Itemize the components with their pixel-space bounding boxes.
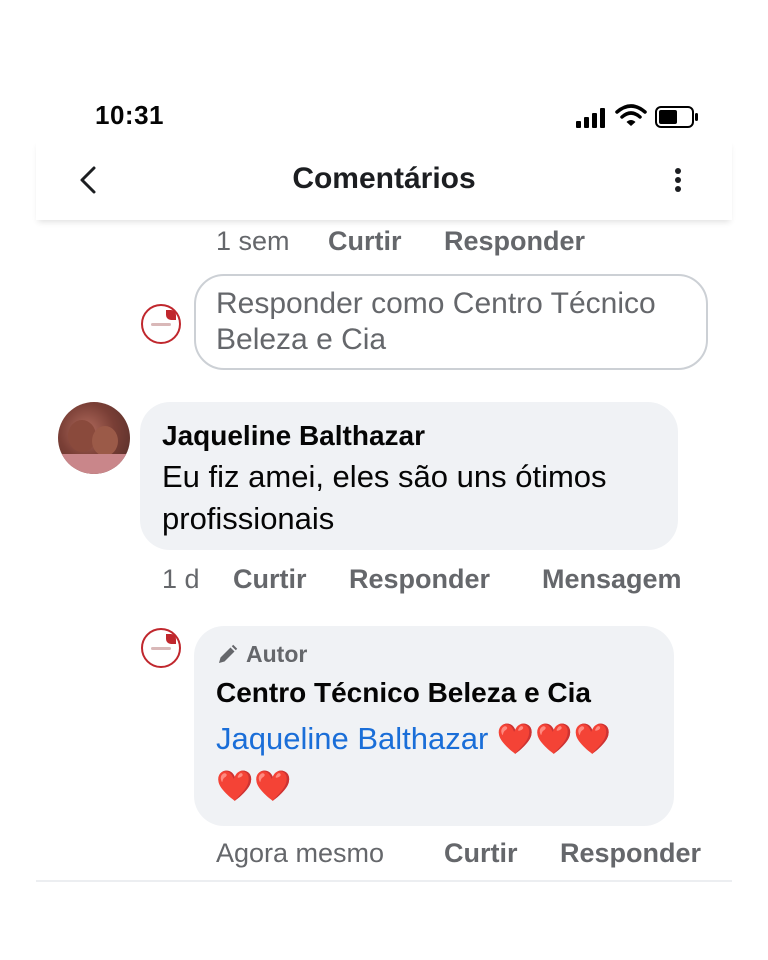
heart-emojis: ❤️❤️: [216, 770, 293, 803]
reply-button[interactable]: Responder: [560, 838, 701, 869]
mention-link[interactable]: Jaqueline Balthazar: [216, 721, 488, 756]
pencil-icon: [219, 644, 238, 663]
wifi-icon: [615, 104, 647, 126]
comment-text: Eu fiz amei, eles são uns ótimos profiss…: [162, 459, 607, 536]
reply-input-placeholder: Responder como Centro Técnico Beleza e C…: [216, 287, 656, 356]
comment-time: 1 sem: [216, 226, 290, 256]
page-avatar: [141, 304, 181, 344]
more-vertical-icon[interactable]: [668, 164, 688, 196]
comment-time: 1 d: [162, 564, 200, 594]
reply-button[interactable]: Responder: [444, 226, 585, 257]
status-time: 10:31: [95, 100, 164, 130]
battery-icon: [655, 106, 698, 128]
reply-text: Jaqueline Balthazar ❤️❤️❤️: [216, 718, 612, 761]
like-button[interactable]: Curtir: [444, 838, 518, 869]
page-avatar: [141, 628, 181, 668]
message-button[interactable]: Mensagem: [542, 564, 682, 595]
divider: [36, 880, 732, 882]
cellular-signal-icon: [576, 108, 606, 128]
page-title: Comentários: [292, 162, 476, 195]
like-button[interactable]: Curtir: [233, 564, 307, 595]
reply-button[interactable]: Responder: [349, 564, 490, 595]
heart-emojis: ❤️❤️❤️: [496, 723, 612, 756]
author-badge: Autor: [246, 641, 308, 667]
reply-time: Agora mesmo: [216, 838, 385, 868]
like-button[interactable]: Curtir: [328, 226, 402, 257]
comment-author[interactable]: Jaqueline Balthazar: [162, 420, 425, 452]
reply-author[interactable]: Centro Técnico Beleza e Cia: [216, 677, 591, 709]
avatar[interactable]: [58, 402, 130, 474]
